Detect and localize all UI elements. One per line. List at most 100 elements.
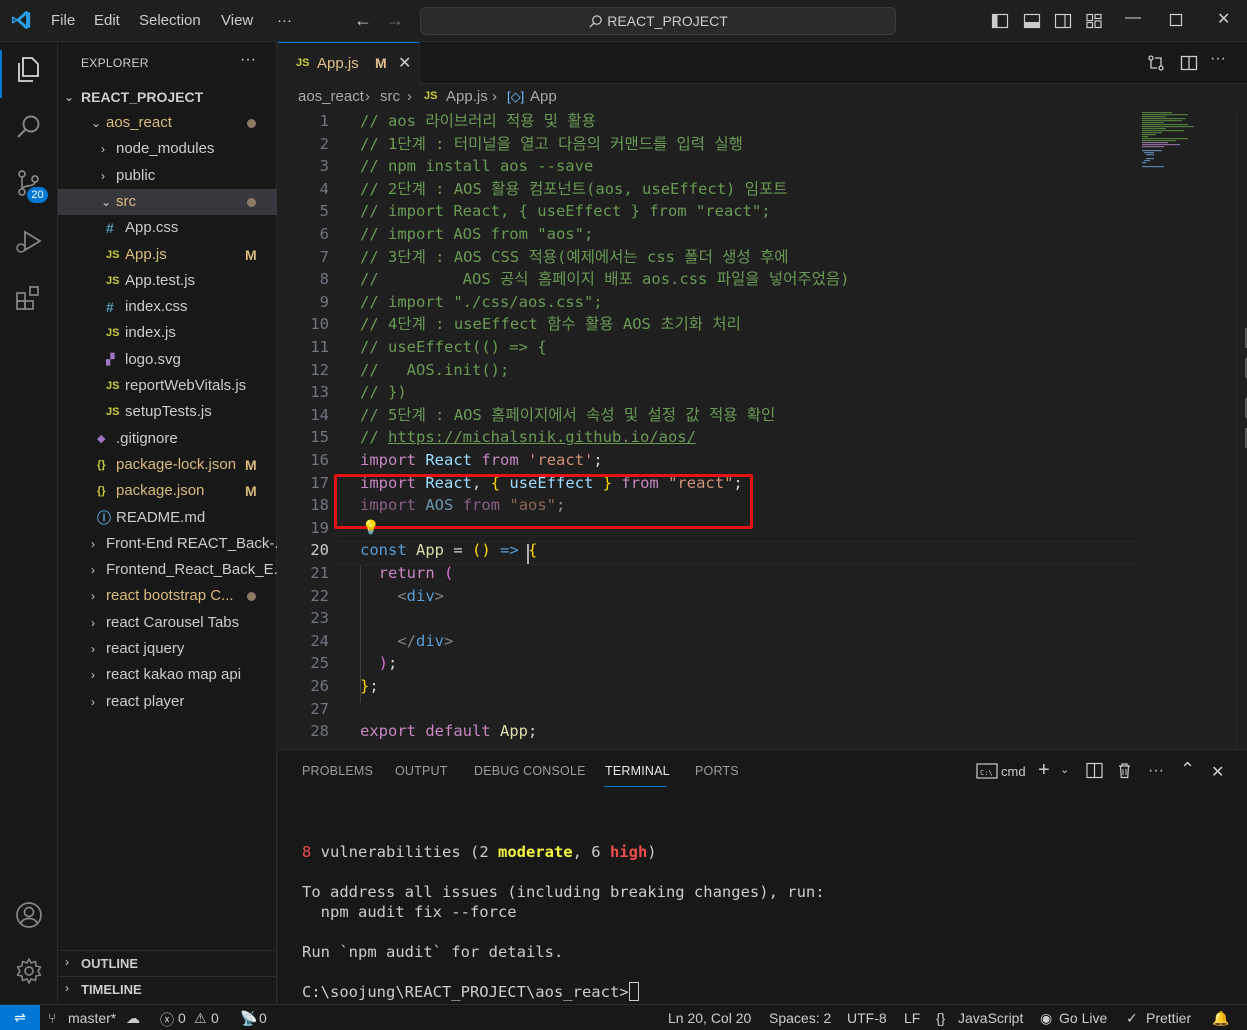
tree-item[interactable]: › react bootstrap C... xyxy=(58,583,277,609)
line-number: 8 xyxy=(319,270,329,289)
status-encoding[interactable]: UTF-8 xyxy=(847,1010,887,1026)
customize-layout-icon[interactable] xyxy=(1085,12,1103,30)
close-panel-icon[interactable]: ✕ xyxy=(1211,762,1224,782)
tab-app-js[interactable]: JS App.js M ✕ xyxy=(278,42,420,84)
terminal-prompt-line[interactable]: C:\soojung\REACT_PROJECT\aos_react> xyxy=(302,982,639,1002)
tree-item[interactable]: ⓘ README.md xyxy=(58,505,277,531)
tree-item[interactable]: › node_modules xyxy=(58,136,277,162)
tree-item[interactable]: JS App.js M xyxy=(58,242,277,268)
tree-item[interactable]: › react jquery xyxy=(58,636,277,662)
terminal-cmd-icon[interactable]: C:\ xyxy=(976,762,998,780)
trash-icon[interactable] xyxy=(1116,762,1133,779)
toggle-panel-icon[interactable] xyxy=(1023,12,1041,30)
tab-debug-console[interactable]: DEBUG CONSOLE xyxy=(474,764,586,778)
tree-item[interactable]: JS index.js xyxy=(58,320,277,346)
open-changes-icon[interactable] xyxy=(1147,54,1165,72)
run-debug-icon[interactable] xyxy=(14,226,44,256)
accounts-icon[interactable] xyxy=(14,900,44,930)
lightbulb-icon[interactable]: 💡 xyxy=(362,520,379,536)
status-ports[interactable]: 0 xyxy=(259,1010,267,1026)
outline-section[interactable]: › OUTLINE xyxy=(58,950,277,976)
menu-view[interactable]: View xyxy=(221,12,253,29)
settings-gear-icon[interactable] xyxy=(14,956,44,986)
tree-item[interactable]: › react Carousel Tabs xyxy=(58,610,277,636)
timeline-section[interactable]: › TIMELINE xyxy=(58,976,277,1002)
line-number: 6 xyxy=(319,225,329,243)
explorer-more-icon[interactable]: ··· xyxy=(240,51,256,69)
explorer-files-icon[interactable] xyxy=(14,54,44,84)
tree-item[interactable]: ▞ logo.svg xyxy=(58,347,277,373)
breadcrumb-src[interactable]: src xyxy=(380,88,400,105)
tree-item[interactable]: › react player xyxy=(58,689,277,715)
status-warnings[interactable]: 0 xyxy=(211,1010,219,1026)
tree-item[interactable]: ◆ .gitignore xyxy=(58,426,277,452)
tree-item[interactable]: JS reportWebVitals.js xyxy=(58,373,277,399)
tree-item-label: aos_react xyxy=(106,114,172,131)
status-branch[interactable]: master* xyxy=(68,1010,116,1026)
editor-more-icon[interactable]: ··· xyxy=(1210,50,1228,68)
minimize-window-icon[interactable]: — xyxy=(1125,9,1141,27)
status-prettier[interactable]: Prettier xyxy=(1146,1010,1191,1026)
tab-ports[interactable]: PORTS xyxy=(695,764,739,778)
back-arrow-icon[interactable]: ← xyxy=(354,10,372,31)
tab-terminal[interactable]: TERMINAL xyxy=(605,764,670,778)
tree-item[interactable]: ⌄ aos_react xyxy=(58,110,277,136)
tree-item[interactable]: {} package-lock.json M xyxy=(58,452,277,478)
line-number: 18 xyxy=(310,496,329,515)
tree-item[interactable]: › public xyxy=(58,163,277,189)
toggle-secondary-sidebar-icon[interactable] xyxy=(1054,12,1072,30)
vertical-scrollbar[interactable] xyxy=(1236,110,1247,748)
breadcrumb-app-symbol[interactable]: App xyxy=(530,88,557,105)
terminal-line: To address all issues (including breakin… xyxy=(302,883,825,901)
menu-edit[interactable]: Edit xyxy=(94,12,120,29)
menu-selection[interactable]: Selection xyxy=(139,12,201,29)
minimap[interactable] xyxy=(1136,110,1236,180)
tree-root-folder[interactable]: ⌄ REACT_PROJECT xyxy=(58,84,277,110)
code-editor[interactable]: 1 // aos 라이브러리 적용 및 활용 2 // 1단계 : 터미널을 열고 다… xyxy=(278,110,1247,748)
close-window-icon[interactable]: ✕ xyxy=(1217,9,1230,29)
breadcrumb-separator-icon: › xyxy=(365,88,370,105)
panel-more-icon[interactable]: ··· xyxy=(1148,762,1164,780)
status-errors[interactable]: 0 xyxy=(178,1010,186,1026)
maximize-panel-icon[interactable]: ⌃ xyxy=(1180,759,1195,780)
split-editor-icon[interactable] xyxy=(1180,54,1198,72)
tree-item[interactable]: ⌄ src xyxy=(58,188,277,215)
split-terminal-icon[interactable] xyxy=(1086,762,1103,779)
extensions-icon[interactable] xyxy=(14,284,44,314)
breadcrumb-aos-react[interactable]: aos_react xyxy=(298,88,364,105)
menu-file[interactable]: File xyxy=(51,12,75,29)
sync-icon[interactable]: ☁ xyxy=(126,1010,140,1027)
status-language[interactable]: JavaScript xyxy=(958,1010,1023,1026)
tree-item[interactable]: # index.css xyxy=(58,294,277,320)
status-eol[interactable]: LF xyxy=(904,1010,920,1026)
vscode-logo-icon[interactable] xyxy=(10,9,32,31)
tree-item-label: public xyxy=(116,166,156,184)
status-cursor-position[interactable]: Ln 20, Col 20 xyxy=(668,1010,751,1026)
status-go-live[interactable]: Go Live xyxy=(1059,1010,1107,1026)
terminal-shell-label[interactable]: cmd xyxy=(1001,764,1026,779)
chevron-down-icon[interactable]: ⌄ xyxy=(1060,763,1069,776)
forward-arrow-icon[interactable]: → xyxy=(386,10,404,31)
notifications-bell-icon[interactable]: 🔔 xyxy=(1212,1010,1229,1027)
tab-problems[interactable]: PROBLEMS xyxy=(302,764,373,778)
line-number: 7 xyxy=(319,247,329,266)
code-token: // 2단계 : AOS 활용 컴포넌트(aos, useEffect) 임포트 xyxy=(360,179,788,198)
menu-more[interactable]: ··· xyxy=(277,12,292,29)
tree-item[interactable]: › Frontend_React_Back_E... xyxy=(58,557,277,583)
maximize-window-icon[interactable] xyxy=(1169,13,1183,27)
status-indentation[interactable]: Spaces: 2 xyxy=(769,1010,831,1026)
remote-indicator-icon[interactable]: ⇌ xyxy=(0,1005,40,1030)
tree-item[interactable]: › react kakao map api xyxy=(58,662,277,688)
tab-output[interactable]: OUTPUT xyxy=(395,764,448,778)
breadcrumb-app-js[interactable]: App.js xyxy=(446,88,488,105)
close-tab-icon[interactable]: ✕ xyxy=(398,53,411,73)
tree-item[interactable]: JS App.test.js xyxy=(58,268,277,294)
toggle-primary-sidebar-icon[interactable] xyxy=(991,12,1009,30)
tree-item[interactable]: › Front-End REACT_Back-... xyxy=(58,531,277,557)
tree-item[interactable]: JS setupTests.js xyxy=(58,399,277,425)
command-center-search[interactable]: REACT_PROJECT xyxy=(420,7,896,35)
new-terminal-icon[interactable]: + xyxy=(1038,759,1050,782)
search-icon[interactable] xyxy=(14,112,44,142)
tree-item[interactable]: {} package.json M xyxy=(58,478,277,504)
tree-item[interactable]: # App.css xyxy=(58,215,277,241)
